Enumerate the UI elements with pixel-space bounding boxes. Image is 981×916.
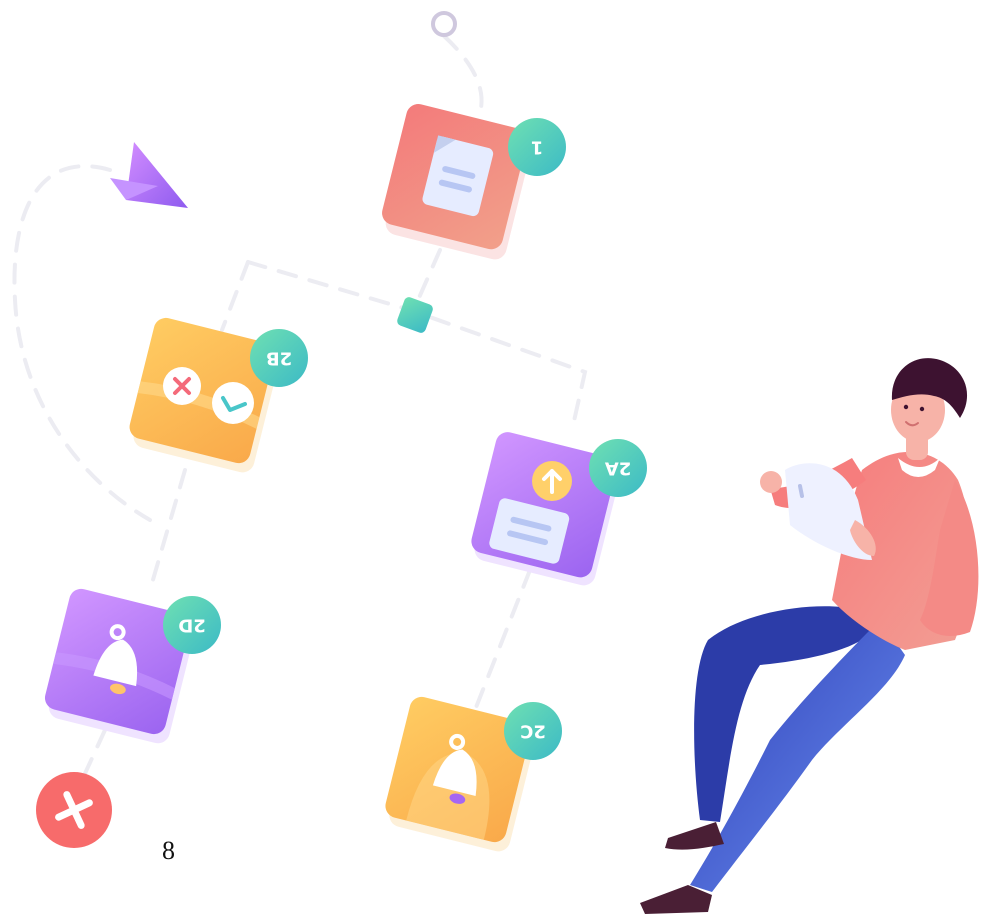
- person-illustration: [640, 358, 979, 914]
- paper-plane-icon: [110, 142, 188, 208]
- step-badge-label: 2C: [520, 721, 546, 742]
- step-badge-2b: 2B: [250, 329, 308, 387]
- page-number: 8: [162, 836, 175, 865]
- step-badge-label: 2D: [178, 615, 205, 636]
- step-badge-2d: 2D: [163, 596, 221, 654]
- upload-icon: [532, 461, 572, 501]
- workflow-scene: 1 2B 2A 2D 2C: [12, 11, 979, 914]
- step-card-1[interactable]: [377, 101, 535, 261]
- cross-icon: [163, 367, 201, 405]
- check-icon: [212, 382, 254, 424]
- step-badge-2a: 2A: [589, 439, 647, 497]
- step-badge-1: 1: [508, 118, 566, 176]
- step-badge-label: 1: [531, 137, 544, 158]
- connector-diamond-icon: [397, 297, 433, 333]
- add-button[interactable]: [36, 772, 112, 848]
- start-ring-icon: [431, 11, 457, 37]
- step-badge-2c: 2C: [504, 702, 562, 760]
- step-badge-label: 2A: [605, 458, 632, 479]
- step-badge-label: 2B: [266, 348, 292, 369]
